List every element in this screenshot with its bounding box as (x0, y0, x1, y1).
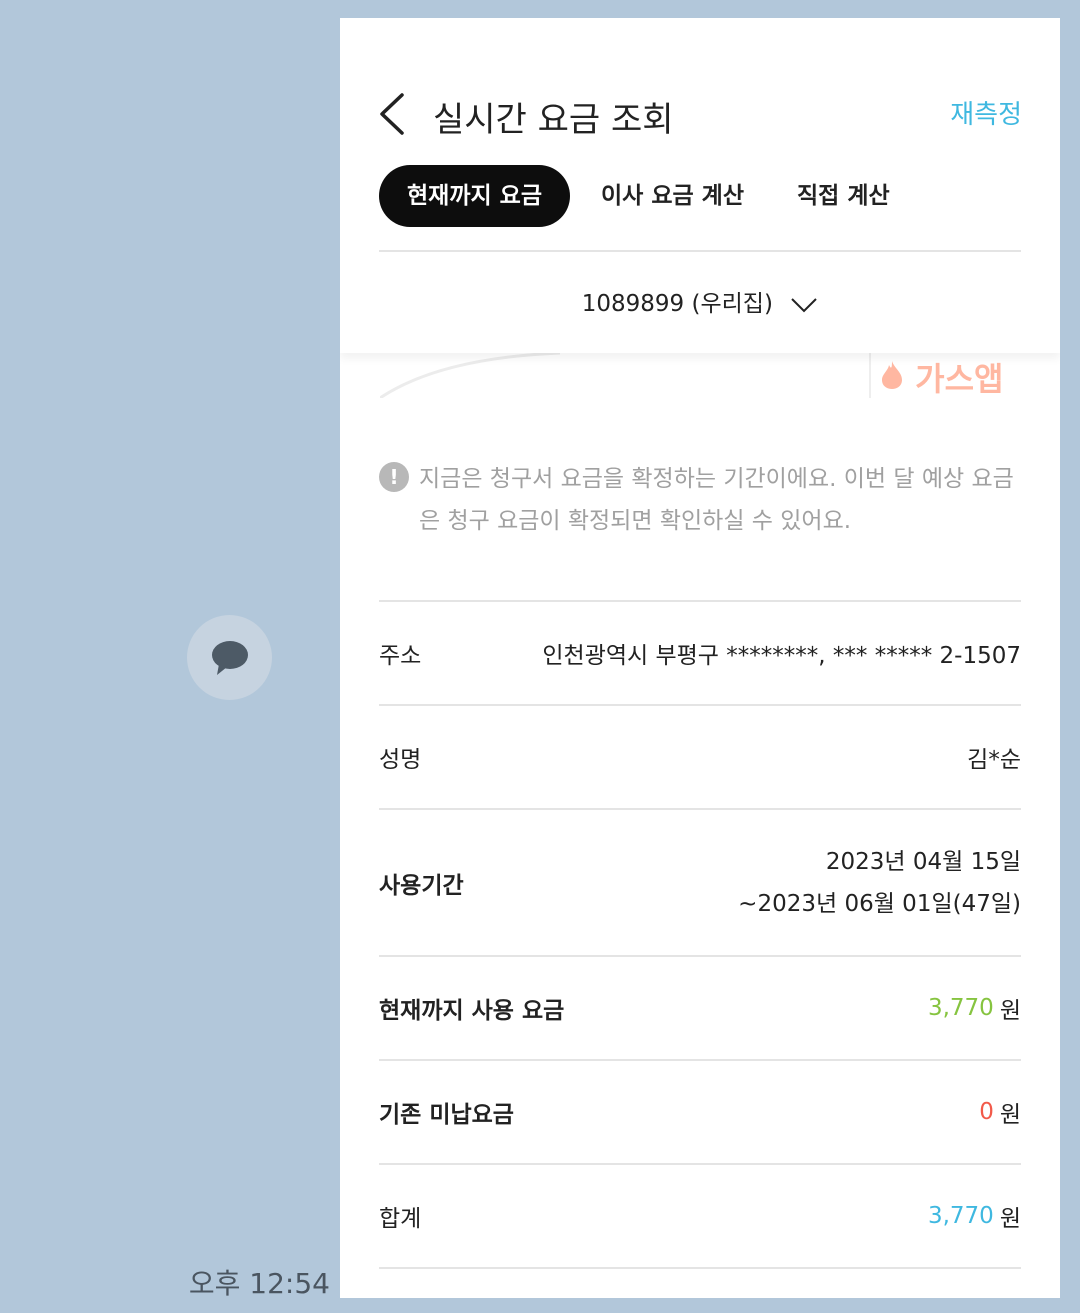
banner-logo-text: 가스앱 (915, 360, 1004, 398)
unpaid-unit: 원 (999, 1102, 1021, 1128)
row-name: 성명 김*순 (379, 704, 1021, 808)
row-unpaid: 기존 미납요금 0 원 (379, 1059, 1021, 1163)
share-bubble-button[interactable] (187, 615, 272, 700)
period-start: 2023년 04월 15일 (825, 848, 1021, 875)
total-label: 합계 (379, 1206, 422, 1232)
total-unit: 원 (999, 1206, 1021, 1232)
shared-screenshot-card[interactable]: 실시간 요금 조회 재측정 현재까지 요금 이사 요금 계산 직접 계산 108… (340, 18, 1060, 1298)
account-selector[interactable]: 1089899 (우리집) (340, 284, 1060, 318)
period-value: 2023년 04월 15일 ~2023년 06월 01일(47일) (738, 810, 1021, 955)
banner-logo: 가스앱 (880, 354, 1003, 400)
header-divider (379, 250, 1021, 252)
app-header: 실시간 요금 조회 재측정 현재까지 요금 이사 요금 계산 직접 계산 108… (340, 18, 1060, 353)
name-value: 김*순 (967, 747, 1021, 773)
row-current-charge: 현재까지 사용 요금 3,770 원 (379, 955, 1021, 1059)
notice-text: 지금은 청구서 요금을 확정하는 기간이에요. 이번 달 예상 요금은 청구 요… (419, 466, 1014, 534)
period-end: ~2023년 06월 01일(47일) (738, 890, 1021, 917)
message-timestamp: 오후 12:54 (188, 1267, 330, 1300)
tab-move-calc[interactable]: 이사 요금 계산 (601, 165, 744, 227)
row-address: 주소 인천광역시 부평구 ********, *** ***** 2-1507 (379, 600, 1021, 704)
current-charge-value: 3,770 원 (928, 957, 1021, 1059)
charge-details: 주소 인천광역시 부평구 ********, *** ***** 2-1507 … (379, 600, 1021, 1269)
flame-icon (882, 361, 902, 389)
row-total: 합계 3,770 원 (379, 1163, 1021, 1269)
chevron-left-icon (380, 93, 404, 135)
remeasure-button[interactable]: 재측정 (950, 94, 1022, 131)
speech-bubble-icon (211, 640, 248, 675)
tab-bar: 현재까지 요금 이사 요금 계산 직접 계산 (379, 165, 1021, 227)
address-value: 인천광역시 부평구 ********, *** ***** 2-1507 (542, 643, 1021, 669)
exclamation-icon: ! (379, 462, 409, 492)
address-label: 주소 (379, 643, 422, 669)
unpaid-label: 기존 미납요금 (379, 1102, 514, 1128)
current-charge-unit: 원 (999, 998, 1021, 1024)
page-title: 실시간 요금 조회 (433, 100, 674, 140)
total-value: 3,770 원 (928, 1165, 1021, 1267)
name-label: 성명 (379, 747, 422, 773)
period-label: 사용기간 (379, 872, 464, 899)
unpaid-value: 0 원 (979, 1061, 1021, 1163)
row-period: 사용기간 2023년 04월 15일 ~2023년 06월 01일(47일) (379, 808, 1021, 955)
current-charge-label: 현재까지 사용 요금 (379, 998, 565, 1024)
tab-current-charge[interactable]: 현재까지 요금 (379, 165, 570, 227)
account-selected-value: 1089899 (우리집) (581, 291, 773, 317)
current-charge-amount: 3,770 (927, 995, 994, 1021)
tab-direct-calc[interactable]: 직접 계산 (797, 165, 890, 227)
chevron-down-icon (791, 297, 817, 312)
unpaid-amount: 0 (979, 1099, 994, 1125)
total-amount: 3,770 (927, 1203, 994, 1229)
back-button[interactable] (376, 92, 416, 136)
